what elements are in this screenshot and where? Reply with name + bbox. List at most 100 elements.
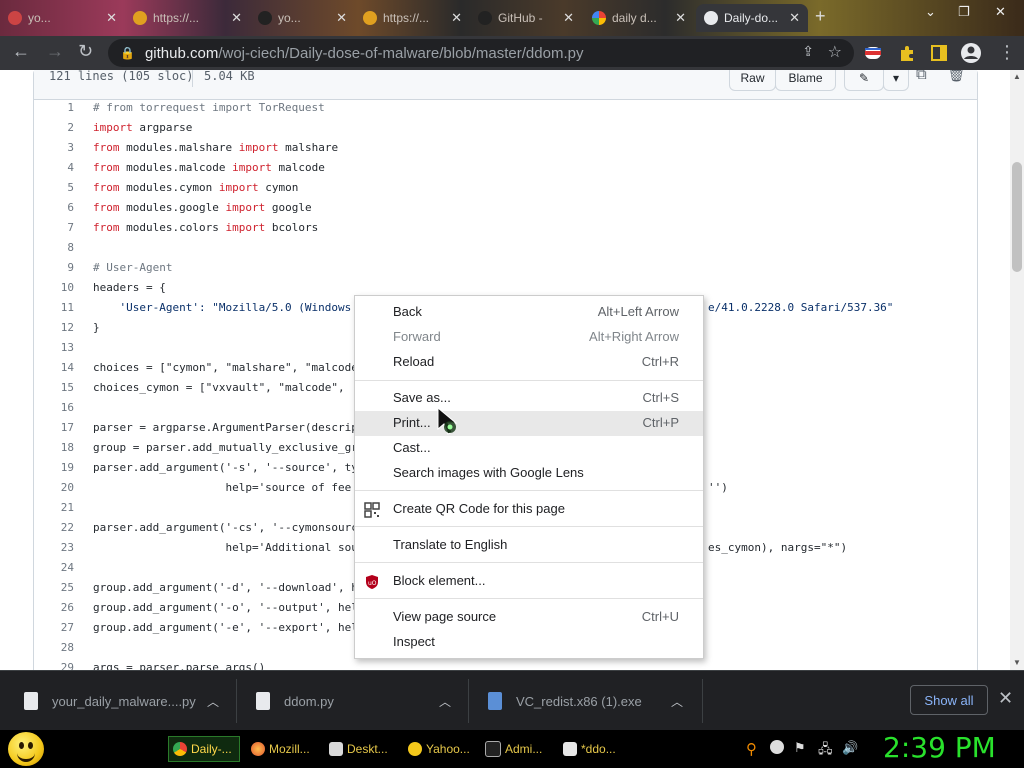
taskbar-clock[interactable]: 2:39 PM bbox=[883, 731, 996, 764]
forward-arrow-icon[interactable]: → bbox=[46, 41, 64, 62]
side-panel-icon[interactable] bbox=[930, 44, 948, 62]
line-number[interactable]: 2 bbox=[34, 121, 74, 134]
line-number[interactable]: 1 bbox=[34, 101, 74, 114]
browser-tab[interactable]: yo... ✕ bbox=[0, 4, 125, 32]
menu-item-back[interactable]: Back Alt+Left Arrow bbox=[355, 300, 703, 325]
blame-button[interactable]: Blame bbox=[775, 70, 836, 91]
line-number[interactable]: 17 bbox=[34, 421, 74, 434]
tab-close-icon[interactable]: ✕ bbox=[451, 10, 462, 26]
menu-item-print[interactable]: Print... Ctrl+P bbox=[355, 411, 703, 436]
translate-extension-icon[interactable] bbox=[864, 44, 882, 62]
start-smiley-icon[interactable] bbox=[8, 732, 44, 766]
tab-close-icon[interactable]: ✕ bbox=[789, 10, 800, 26]
scroll-down-icon[interactable]: ▼ bbox=[1013, 658, 1021, 667]
taskbar-item-chrome[interactable]: Daily-... bbox=[168, 736, 240, 762]
line-number[interactable]: 15 bbox=[34, 381, 74, 394]
action-center-flag-icon[interactable]: ⚑ bbox=[794, 740, 810, 756]
taskbar-item-yahoo[interactable]: Yahoo... bbox=[404, 736, 476, 762]
line-number[interactable]: 14 bbox=[34, 361, 74, 374]
reload-icon[interactable]: ↻ bbox=[78, 41, 93, 62]
line-number[interactable]: 26 bbox=[34, 601, 74, 614]
delete-trash-icon[interactable]: 🗑 bbox=[947, 70, 966, 83]
taskbar-item-editor[interactable]: *ddo... bbox=[559, 736, 631, 762]
menu-item-qr-code[interactable]: Create QR Code for this page bbox=[355, 497, 703, 522]
browser-tab[interactable]: yo... ✕ bbox=[250, 4, 355, 32]
chevron-up-icon[interactable]: ︿ bbox=[439, 693, 451, 710]
browser-tab-active[interactable]: Daily-do... ✕ bbox=[696, 4, 808, 32]
menu-item-google-lens[interactable]: Search images with Google Lens bbox=[355, 461, 703, 486]
line-number[interactable]: 21 bbox=[34, 501, 74, 514]
raw-button[interactable]: Raw bbox=[729, 70, 776, 91]
line-number[interactable]: 12 bbox=[34, 321, 74, 334]
menu-item-cast[interactable]: Cast... bbox=[355, 436, 703, 461]
bookmark-star-icon[interactable]: ☆ bbox=[828, 42, 842, 62]
menu-item-forward[interactable]: Forward Alt+Right Arrow bbox=[355, 325, 703, 350]
back-arrow-icon[interactable]: ← bbox=[12, 41, 30, 62]
show-all-downloads-button[interactable]: Show all bbox=[910, 685, 988, 715]
address-bar[interactable]: 🔒 github.com/woj-ciech/Daily-dose-of-mal… bbox=[108, 39, 854, 67]
menu-item-reload[interactable]: Reload Ctrl+R bbox=[355, 350, 703, 375]
volume-icon[interactable]: 🔊 bbox=[842, 740, 858, 756]
restore-window-icon[interactable]: ❐ bbox=[958, 4, 970, 20]
line-number[interactable]: 28 bbox=[34, 641, 74, 654]
line-number[interactable]: 8 bbox=[34, 241, 74, 254]
scrollbar-thumb[interactable] bbox=[1012, 162, 1022, 272]
edit-dropdown-icon[interactable]: ▾ bbox=[883, 70, 909, 91]
line-number[interactable]: 20 bbox=[34, 481, 74, 494]
line-number[interactable]: 9 bbox=[34, 261, 74, 274]
line-number[interactable]: 27 bbox=[34, 621, 74, 634]
line-number[interactable]: 24 bbox=[34, 561, 74, 574]
browser-tab[interactable]: https://... ✕ bbox=[355, 4, 470, 32]
line-number[interactable]: 23 bbox=[34, 541, 74, 554]
line-number[interactable]: 6 bbox=[34, 201, 74, 214]
network-icon[interactable]: 🖧 bbox=[818, 740, 834, 756]
line-number[interactable]: 18 bbox=[34, 441, 74, 454]
menu-item-inspect[interactable]: Inspect bbox=[355, 630, 703, 655]
line-number[interactable]: 25 bbox=[34, 581, 74, 594]
chevron-up-icon[interactable]: ︿ bbox=[207, 693, 219, 710]
download-item[interactable]: ddom.py ︿ bbox=[256, 671, 456, 731]
line-number[interactable]: 4 bbox=[34, 161, 74, 174]
tab-search-icon[interactable]: ⌄ bbox=[925, 4, 936, 20]
extensions-puzzle-icon[interactable] bbox=[898, 44, 916, 62]
tab-close-icon[interactable]: ✕ bbox=[563, 10, 574, 26]
page-scrollbar[interactable]: ▲ ▼ bbox=[1010, 70, 1024, 670]
line-number[interactable]: 11 bbox=[34, 301, 74, 314]
share-icon[interactable]: ⇪ bbox=[802, 43, 814, 60]
kebab-menu-icon[interactable]: ⋮ bbox=[998, 42, 1016, 63]
browser-tab[interactable]: https://... ✕ bbox=[125, 4, 250, 32]
menu-item-save-as[interactable]: Save as... Ctrl+S bbox=[355, 386, 703, 411]
tab-close-icon[interactable]: ✕ bbox=[675, 10, 686, 26]
browser-tab[interactable]: daily d... ✕ bbox=[584, 4, 694, 32]
tab-close-icon[interactable]: ✕ bbox=[106, 10, 117, 26]
taskbar-item-firefox[interactable]: Mozill... bbox=[247, 736, 319, 762]
line-number[interactable]: 22 bbox=[34, 521, 74, 534]
search-icon[interactable]: ⚲ bbox=[746, 740, 762, 758]
line-number[interactable]: 29 bbox=[34, 661, 74, 670]
scroll-up-icon[interactable]: ▲ bbox=[1013, 72, 1021, 81]
close-downloads-icon[interactable]: ✕ bbox=[998, 688, 1013, 709]
menu-item-translate[interactable]: Translate to English bbox=[355, 533, 703, 558]
line-number[interactable]: 5 bbox=[34, 181, 74, 194]
taskbar-item-admin-cmd[interactable]: Admi... bbox=[481, 736, 553, 762]
line-number[interactable]: 3 bbox=[34, 141, 74, 154]
lock-icon[interactable]: 🔒 bbox=[120, 46, 135, 60]
menu-item-view-source[interactable]: View page source Ctrl+U bbox=[355, 605, 703, 630]
tab-close-icon[interactable]: ✕ bbox=[336, 10, 347, 26]
menu-item-block-element[interactable]: uO Block element... bbox=[355, 569, 703, 594]
profile-avatar-icon[interactable] bbox=[960, 42, 982, 64]
new-tab-button[interactable]: + bbox=[815, 6, 826, 27]
copy-icon[interactable]: ⧉ bbox=[916, 70, 927, 83]
line-number[interactable]: 10 bbox=[34, 281, 74, 294]
edit-pencil-icon[interactable]: ✎ bbox=[844, 70, 884, 91]
download-item[interactable]: your_daily_malware....py ︿ bbox=[24, 671, 224, 731]
line-number[interactable]: 13 bbox=[34, 341, 74, 354]
tab-close-icon[interactable]: ✕ bbox=[231, 10, 242, 26]
taskbar-item-desktop[interactable]: Deskt... bbox=[325, 736, 397, 762]
line-number[interactable]: 7 bbox=[34, 221, 74, 234]
tray-app-icon[interactable] bbox=[770, 740, 784, 754]
close-window-icon[interactable]: ✕ bbox=[995, 4, 1006, 20]
chevron-up-icon[interactable]: ︿ bbox=[671, 693, 683, 710]
line-number[interactable]: 19 bbox=[34, 461, 74, 474]
line-number[interactable]: 16 bbox=[34, 401, 74, 414]
